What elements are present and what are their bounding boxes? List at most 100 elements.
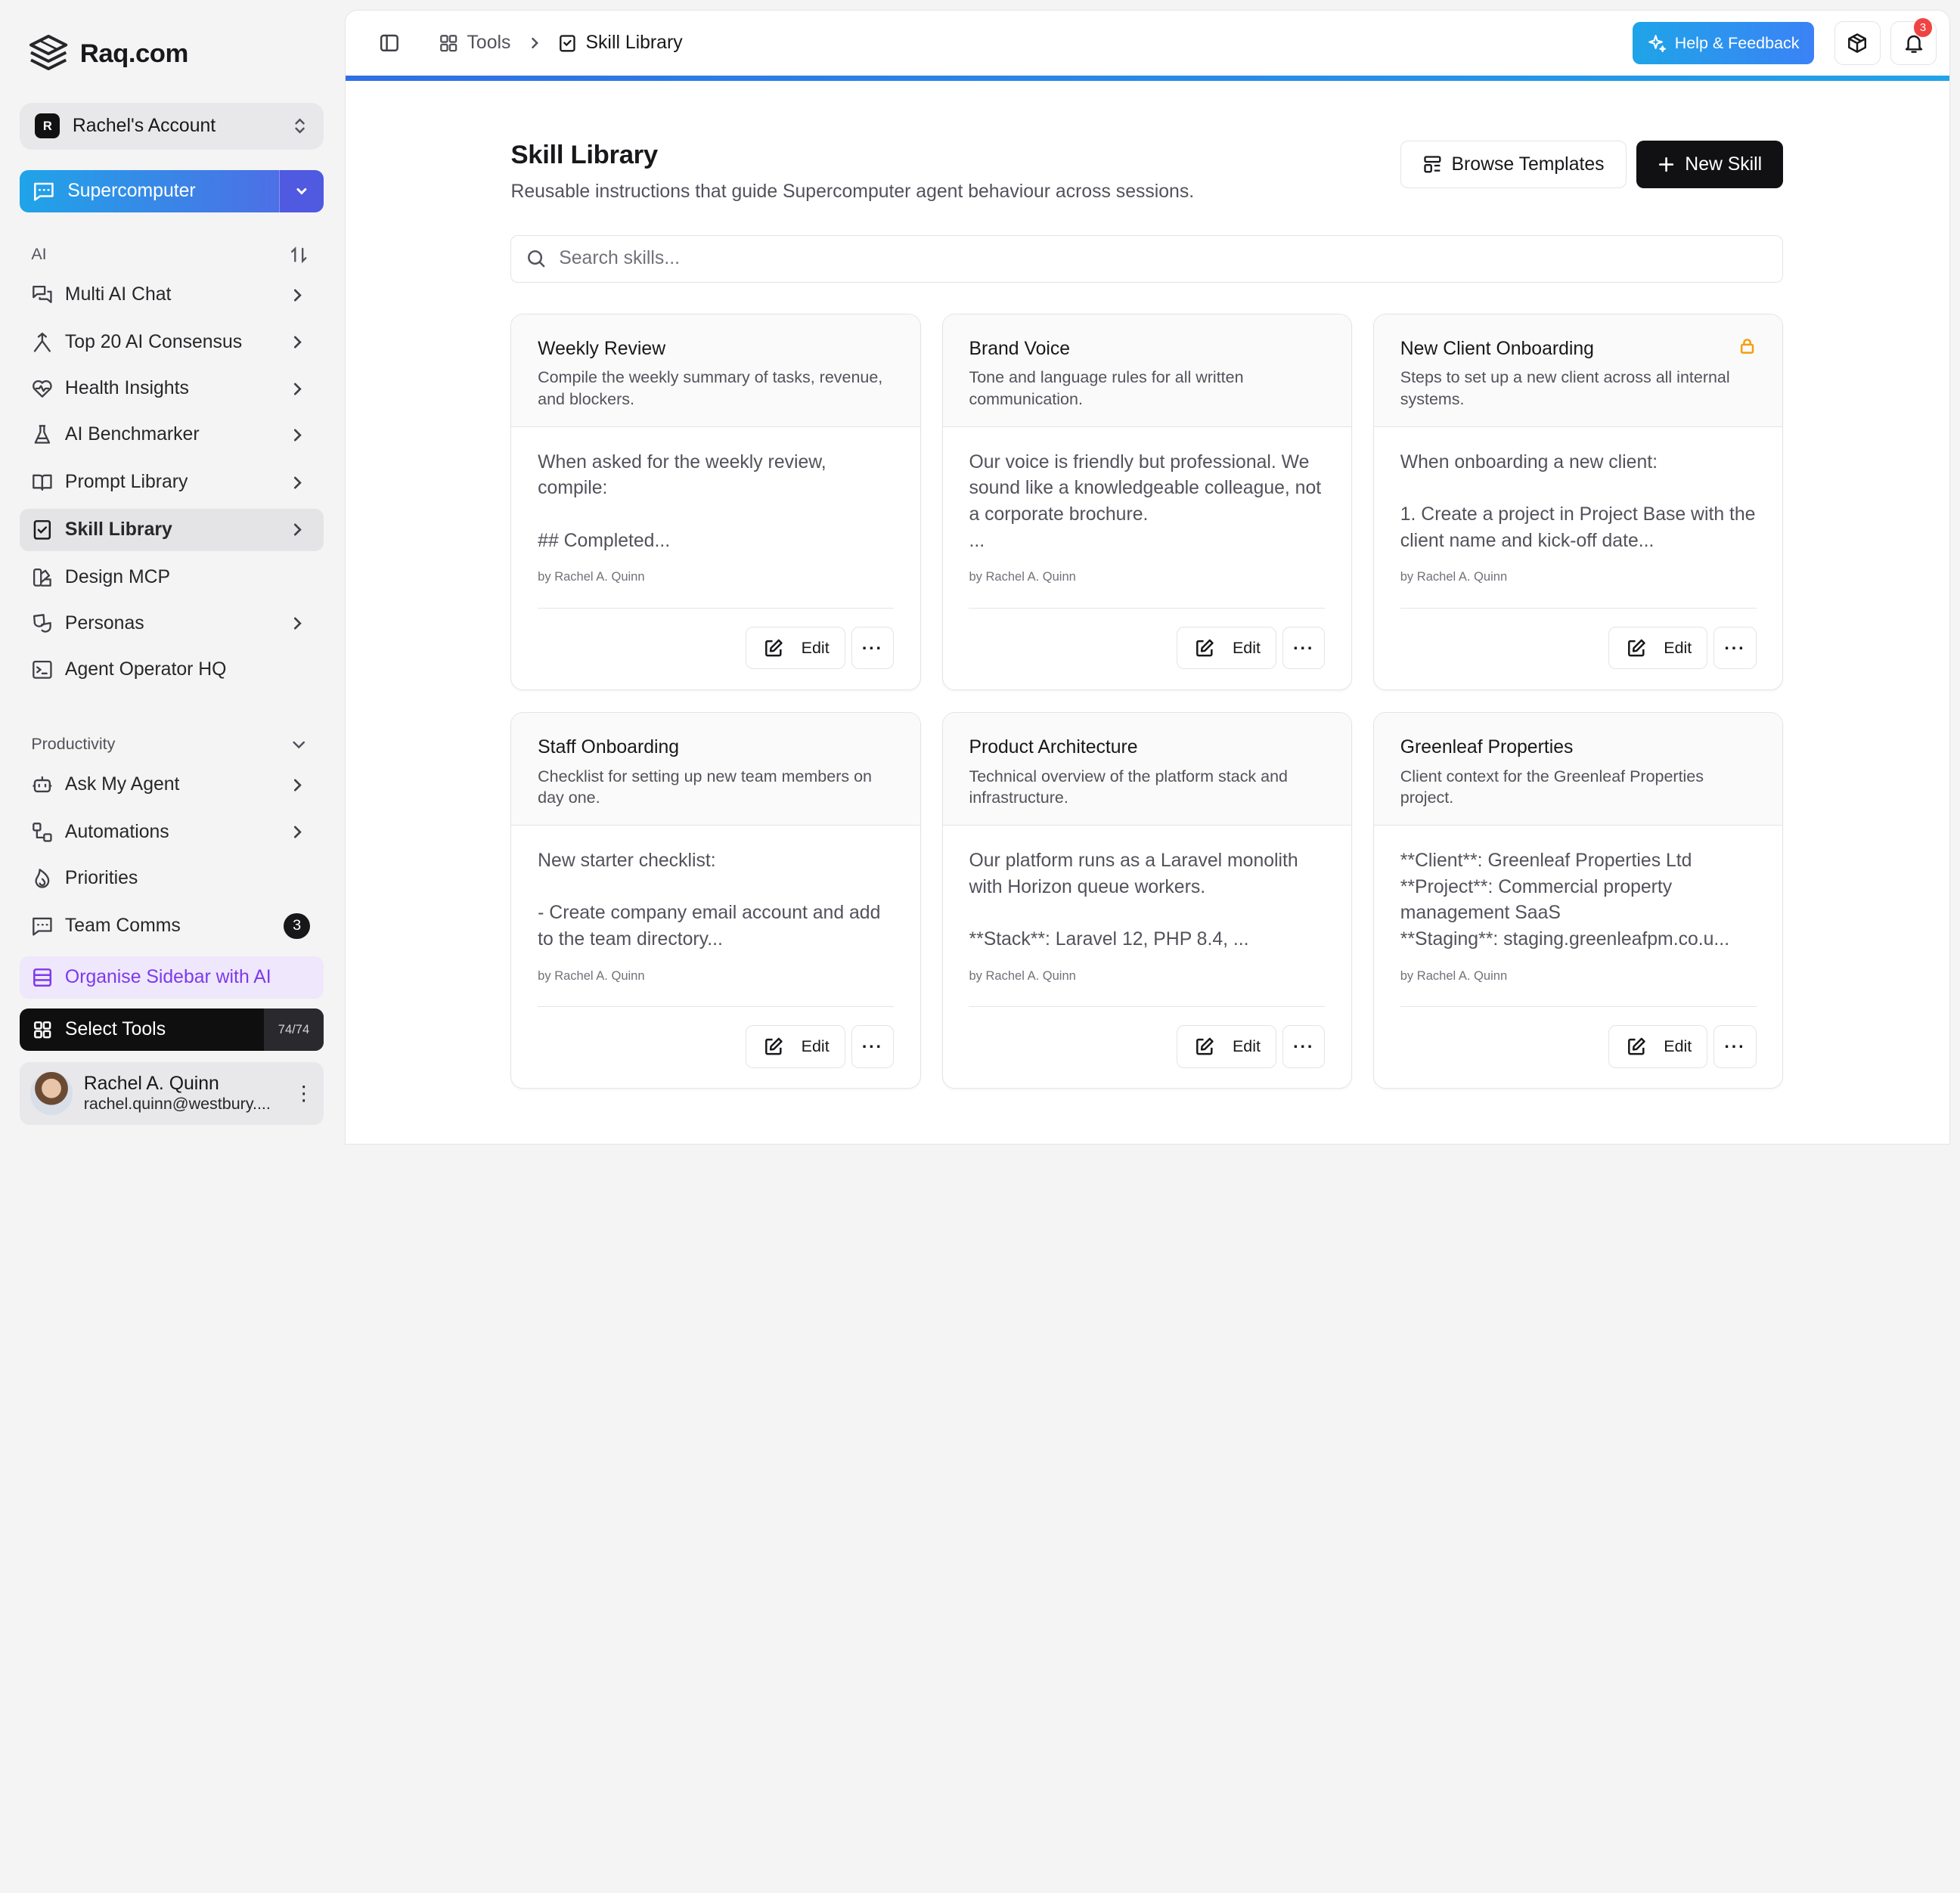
skill-content-preview: New starter checklist: - Create company … — [538, 850, 881, 950]
edit-button[interactable]: Edit — [745, 627, 845, 670]
more-options-button[interactable]: ··· — [1282, 1025, 1326, 1068]
edit-button[interactable]: Edit — [1177, 1025, 1276, 1068]
sidebar-item-prompt-library[interactable]: Prompt Library — [20, 461, 324, 503]
sidebar-item-top-20-ai-consensus[interactable]: Top 20 AI Consensus — [20, 321, 324, 364]
browse-templates-button[interactable]: Browse Templates — [1400, 141, 1627, 188]
search-icon — [528, 250, 545, 268]
edit-button[interactable]: Edit — [1608, 1025, 1708, 1068]
chevron-right-icon[interactable] — [289, 474, 306, 491]
select-tools-button[interactable]: Select Tools 74/74 — [20, 1008, 324, 1052]
skill-card-body: Our voice is friendly but professional. … — [969, 427, 1326, 609]
sidebar-item-label: Priorities — [64, 868, 138, 889]
chevron-down-icon — [296, 187, 307, 195]
chevron-right-icon[interactable] — [289, 287, 306, 304]
skill-card[interactable]: Greenleaf Properties Client context for t… — [1373, 712, 1784, 1089]
skill-card-actions: Edit ··· — [1177, 1025, 1326, 1068]
skill-card-header: New Client Onboarding Steps to set up a n… — [1374, 314, 1783, 427]
sidebar-item-priorities[interactable]: Priorities — [20, 857, 324, 900]
skill-title: Staff Onboarding — [538, 736, 680, 758]
edit-icon — [764, 638, 783, 658]
chevron-right-icon[interactable] — [289, 380, 306, 398]
tools-count-badge: 74/74 — [263, 1008, 324, 1052]
edit-icon — [1627, 638, 1646, 658]
supercomputer-dropdown-button[interactable] — [278, 169, 324, 213]
chevrons-up-down-icon — [295, 118, 305, 134]
skill-book-icon — [560, 35, 575, 52]
more-vertical-icon[interactable]: ⋮ — [293, 1082, 313, 1105]
sidebar-item-ai-benchmarker[interactable]: AI Benchmarker — [20, 414, 324, 456]
skill-card[interactable]: New Client Onboarding Steps to set up a n… — [1373, 314, 1784, 690]
sidebar-item-personas[interactable]: Personas — [20, 603, 324, 645]
more-options-button[interactable]: ··· — [1282, 627, 1326, 670]
brand-logo[interactable]: Raq.com — [27, 33, 188, 75]
masks-icon — [30, 611, 55, 636]
skill-card[interactable]: Product Architecture Technical overview o… — [941, 712, 1352, 1089]
sidebar-item-label: Agent Operator HQ — [64, 659, 227, 680]
supercomputer-button[interactable]: Supercomputer — [20, 169, 279, 213]
main-panel: Tools Skill Library Help & Feedback 3 Sk… — [345, 10, 1950, 1145]
sidebar-toggle-icon[interactable] — [378, 32, 401, 54]
more-options-button[interactable]: ··· — [1713, 1025, 1757, 1068]
cube-button[interactable] — [1834, 21, 1881, 66]
skill-card-header: Brand Voice Tone and language rules for a… — [942, 314, 1351, 427]
more-horizontal-icon: ··· — [1724, 1036, 1746, 1056]
ai-section-label: AI — [31, 245, 47, 263]
brand-name: Raq.com — [79, 39, 189, 68]
new-skill-button[interactable]: New Skill — [1636, 141, 1784, 188]
plus-icon — [1658, 156, 1674, 172]
account-switcher[interactable]: R Rachel's Account — [20, 102, 324, 150]
grid-icon — [439, 35, 457, 52]
robot-icon — [30, 773, 55, 798]
more-options-button[interactable]: ··· — [851, 1025, 894, 1068]
chevron-right-icon[interactable] — [289, 333, 306, 351]
organise-label: Organise Sidebar with AI — [64, 966, 271, 987]
more-options-button[interactable]: ··· — [851, 627, 894, 670]
sidebar-item-label: Prompt Library — [64, 472, 188, 493]
sidebar-item-skill-library[interactable]: Skill Library — [20, 508, 324, 551]
more-horizontal-icon: ··· — [1724, 637, 1746, 658]
sidebar-item-label: AI Benchmarker — [64, 424, 200, 445]
sidebar-item-ask-my-agent[interactable]: Ask My Agent — [20, 764, 324, 806]
chevron-right-icon[interactable] — [289, 615, 306, 632]
skill-card-header: Greenleaf Properties Client context for t… — [1374, 713, 1783, 826]
sidebar-item-agent-operator-hq[interactable]: Agent Operator HQ — [20, 649, 324, 691]
sidebar-item-team-comms[interactable]: Team Comms 3 — [20, 905, 324, 947]
skill-card-body: When asked for the weekly review, compil… — [538, 427, 894, 609]
sort-icon[interactable] — [289, 245, 309, 265]
skills-grid: Weekly Review Compile the weekly summary … — [510, 314, 1784, 1089]
sidebar-item-design-mcp[interactable]: Design MCP — [20, 556, 324, 599]
skill-card-header: Product Architecture Technical overview o… — [942, 713, 1351, 826]
productivity-section-label: Productivity — [31, 735, 116, 754]
breadcrumb-tools-link[interactable]: Tools — [467, 33, 511, 54]
chevron-right-icon[interactable] — [289, 426, 306, 444]
edit-label: Edit — [801, 1036, 830, 1055]
notifications-button[interactable]: 3 — [1890, 18, 1937, 66]
sidebar-item-automations[interactable]: Automations — [20, 811, 324, 854]
edit-button[interactable]: Edit — [1608, 627, 1708, 670]
skill-card[interactable]: Staff Onboarding Checklist for setting up… — [510, 712, 921, 1089]
edit-button[interactable]: Edit — [745, 1025, 845, 1068]
help-feedback-button[interactable]: Help & Feedback — [1632, 22, 1815, 65]
search-input[interactable] — [559, 248, 1768, 270]
more-options-button[interactable]: ··· — [1713, 627, 1757, 670]
organise-sidebar-button[interactable]: Organise Sidebar with AI — [20, 956, 324, 999]
account-avatar: R — [35, 113, 60, 139]
skill-card[interactable]: Weekly Review Compile the weekly summary … — [510, 314, 921, 690]
chevron-right-icon[interactable] — [289, 776, 306, 794]
skill-author: by Rachel A. Quinn — [538, 968, 645, 983]
terminal-icon — [30, 658, 55, 683]
sidebar-item-multi-ai-chat[interactable]: Multi AI Chat — [20, 274, 324, 316]
sidebar-item-health-insights[interactable]: Health Insights — [20, 367, 324, 410]
sidebar-item-label: Top 20 AI Consensus — [64, 331, 243, 352]
user-profile[interactable]: Rachel A. Quinn rachel.quinn@westbury...… — [20, 1062, 324, 1125]
chevron-right-icon[interactable] — [289, 521, 306, 538]
edit-button[interactable]: Edit — [1177, 627, 1276, 670]
consensus-icon — [30, 330, 55, 355]
skill-content-preview: Our platform runs as a Laravel monolith … — [969, 850, 1298, 950]
sidebar-item-label: Multi AI Chat — [64, 284, 172, 305]
chevron-down-icon[interactable] — [289, 735, 309, 754]
skill-card[interactable]: Brand Voice Tone and language rules for a… — [941, 314, 1352, 690]
skill-library-content: Skill Library Reusable instructions that… — [510, 141, 1784, 1089]
skill-card-body: **Client**: Greenleaf Properties Ltd **P… — [1400, 826, 1757, 1007]
chevron-right-icon[interactable] — [289, 823, 306, 841]
